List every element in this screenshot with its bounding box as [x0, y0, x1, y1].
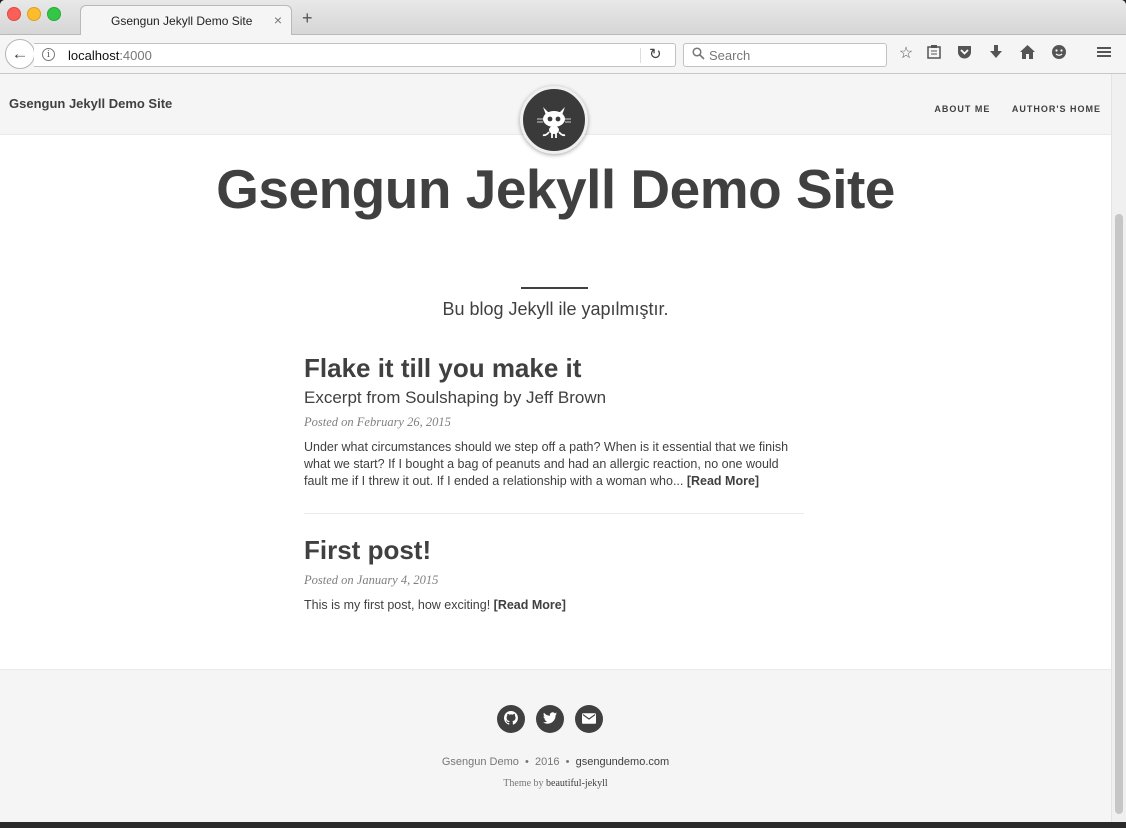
url-host: localhost [68, 48, 120, 63]
zoom-window-button[interactable] [47, 7, 61, 21]
info-icon[interactable]: i [42, 48, 55, 61]
bookmark-star-icon[interactable]: ☆ [896, 44, 916, 64]
reload-icon[interactable]: ↻ [649, 45, 662, 63]
post-list: Flake it till you make it Excerpt from S… [304, 352, 804, 614]
post-title[interactable]: Flake it till you make it [304, 352, 804, 384]
search-icon [692, 47, 705, 63]
read-more-link[interactable]: [Read More] [687, 474, 759, 488]
post-meta: Posted on February 26, 2015 [304, 415, 451, 429]
download-icon[interactable] [986, 44, 1006, 64]
scrollbar-thumb[interactable] [1115, 214, 1123, 814]
theme-prefix: Theme by [503, 778, 544, 789]
nav-about-me[interactable]: ABOUT ME [934, 104, 990, 114]
browser-window: Gsengun Jekyll Demo Site × + ← i localho… [0, 0, 1126, 822]
back-button[interactable]: ← [5, 39, 35, 69]
search-input[interactable]: Search [683, 43, 887, 67]
close-window-button[interactable] [7, 7, 21, 21]
footer-domain-link[interactable]: gsengundemo.com [576, 756, 670, 768]
chat-icon[interactable] [1049, 44, 1069, 64]
scrollbar-track[interactable] [1111, 74, 1126, 822]
post-excerpt: This is my first post, how exciting! [Re… [304, 597, 804, 614]
tab-close-icon[interactable]: × [274, 12, 282, 28]
site-brand-link[interactable]: Gsengun Jekyll Demo Site [9, 96, 172, 111]
post-meta: Posted on January 4, 2015 [304, 573, 439, 587]
page-subtitle: Bu blog Jekyll ile yapılmıştır. [442, 299, 669, 319]
envelope-icon[interactable] [575, 705, 603, 733]
read-more-link[interactable]: [Read More] [494, 598, 566, 612]
url-text: localhost:4000 [68, 48, 152, 63]
theme-link[interactable]: beautiful-jekyll [546, 778, 608, 789]
post-excerpt-text: This is my first post, how exciting! [304, 598, 491, 612]
footer-year: 2016 [535, 756, 560, 768]
tab-title: Gsengun Jekyll Demo Site [111, 14, 253, 28]
browser-toolbar: ← i localhost:4000 ↻ Search ☆ [0, 35, 1126, 74]
url-bar[interactable]: i localhost:4000 ↻ [34, 43, 676, 67]
reading-list-icon[interactable] [924, 44, 944, 64]
site-nav-links: ABOUT ME AUTHOR'S HOME [917, 99, 1101, 117]
post-preview: Flake it till you make it Excerpt from S… [304, 352, 804, 514]
post-excerpt: Under what circumstances should we step … [304, 439, 804, 490]
tab-active[interactable]: Gsengun Jekyll Demo Site × [80, 5, 292, 35]
minimize-window-button[interactable] [27, 7, 41, 21]
footer-theme-credit: Theme by beautiful-jekyll [0, 778, 1111, 789]
page-content: Gsengun Jekyll Demo Site ABOUT ME AUTHOR… [0, 74, 1111, 822]
post-subtitle[interactable]: Excerpt from Soulshaping by Jeff Brown [304, 388, 804, 408]
social-links [497, 705, 614, 733]
new-tab-button[interactable]: + [302, 9, 313, 27]
tab-bar: Gsengun Jekyll Demo Site × + [0, 0, 1126, 35]
page-title: Gsengun Jekyll Demo Site [216, 158, 895, 220]
menu-icon[interactable] [1094, 44, 1114, 64]
url-port: :4000 [119, 48, 152, 63]
post-title[interactable]: First post! [304, 534, 804, 566]
url-divider [640, 48, 641, 63]
github-icon[interactable] [497, 705, 525, 733]
avatar[interactable] [520, 86, 588, 154]
post-preview: First post! Posted on January 4, 2015 Th… [304, 514, 804, 614]
footer-separator: • [525, 756, 529, 768]
octocat-icon [537, 107, 571, 138]
site-footer: Gsengun Demo • 2016 • gsengundemo.com Th… [0, 669, 1111, 822]
title-divider [521, 287, 588, 289]
search-placeholder: Search [709, 48, 751, 63]
background-window-strip [0, 822, 1126, 828]
home-icon[interactable] [1017, 44, 1037, 64]
nav-authors-home[interactable]: AUTHOR'S HOME [1012, 104, 1101, 114]
footer-author: Gsengun Demo [441, 756, 519, 768]
twitter-icon[interactable] [536, 705, 564, 733]
footer-copyright: Gsengun Demo • 2016 • gsengundemo.com [0, 756, 1111, 768]
footer-separator: • [565, 756, 570, 768]
pocket-icon[interactable] [954, 44, 974, 64]
